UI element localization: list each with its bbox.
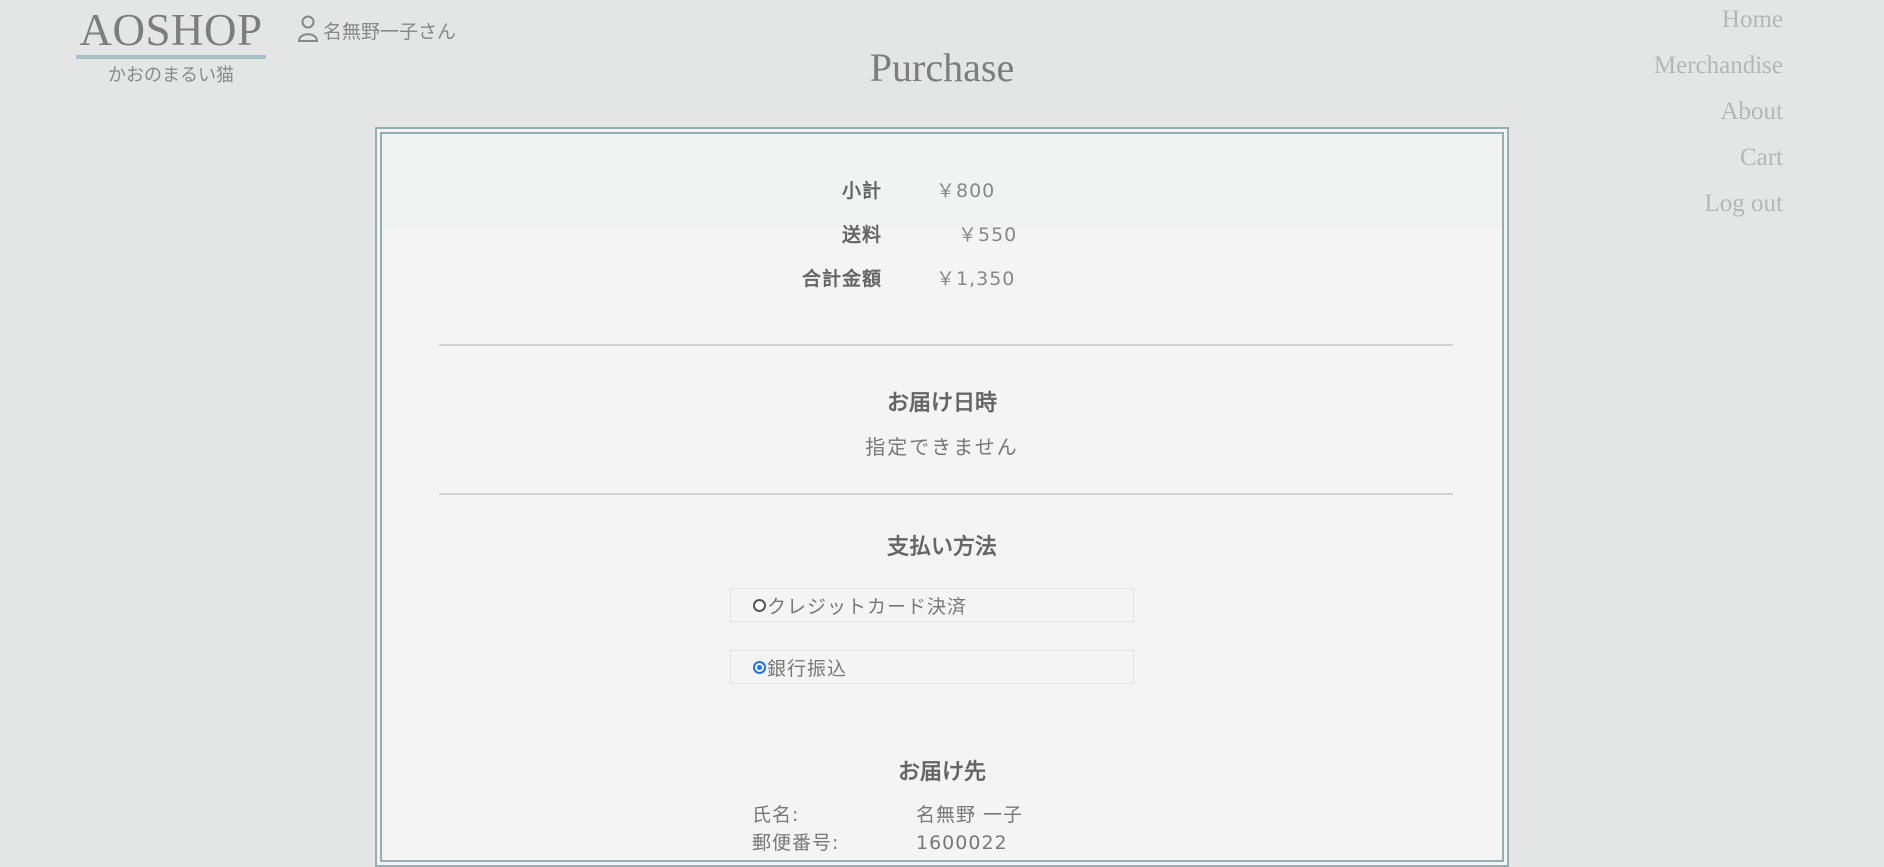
summary-value: ￥1,350 [936,268,1016,290]
divider [439,344,1453,346]
destination-key: 氏名: [752,804,800,826]
user-account[interactable]: 名無野一子さん [296,13,456,48]
user-icon [296,13,320,48]
price-summary: 小計 ￥800 送料 ￥550 合計金額 ￥1,350 [382,176,1502,308]
destination-value: 名無野 一子 [916,804,1024,826]
destination-row-postal: 郵便番号: 1600022 [752,828,1008,855]
payment-method-title: 支払い方法 [886,535,997,560]
page-title: Purchase [869,45,1015,90]
summary-value: ￥550 [958,224,1018,246]
payment-option-label: クレジットカード決済 [767,595,968,618]
user-name: 名無野一子さん [323,21,457,43]
summary-value: ￥800 [936,180,996,202]
radio-button[interactable] [753,598,766,612]
payment-option-credit-card[interactable]: クレジットカード決済 [730,588,1134,622]
summary-row-shipping: 送料 ￥550 [382,220,1502,264]
destination-row-name: 氏名: 名無野 一子 [752,800,1023,827]
payment-option-label: 銀行振込 [767,657,848,680]
delivery-date-title: お届け日時 [886,391,997,416]
summary-row-total: 合計金額 ￥1,350 [382,264,1502,308]
destination-value: 1600022 [916,832,1008,854]
nav-logout[interactable]: Log out [1654,188,1783,234]
destination-key: 郵便番号: [752,832,840,854]
nav-merchandise[interactable]: Merchandise [1654,50,1783,96]
summary-label: 送料 [841,224,882,246]
divider [439,493,1453,495]
purchase-panel: 小計 ￥800 送料 ￥550 合計金額 ￥1,350 お届け日時 指定できませ… [375,127,1509,867]
main-nav: Home Merchandise About Cart Log out [1654,4,1783,234]
purchase-panel-inner: 小計 ￥800 送料 ￥550 合計金額 ￥1,350 お届け日時 指定できませ… [380,132,1504,862]
summary-label: 小計 [841,180,882,202]
nav-cart[interactable]: Cart [1654,142,1783,188]
nav-about[interactable]: About [1654,96,1784,142]
summary-row-subtotal: 小計 ￥800 [382,176,1502,220]
radio-button-checked[interactable] [753,660,766,674]
summary-label: 合計金額 [801,268,882,290]
payment-option-bank-transfer[interactable]: 銀行振込 [730,650,1134,684]
delivery-date-text: 指定できません [865,435,1019,459]
destination-title: お届け先 [897,760,986,785]
nav-home[interactable]: Home [1654,4,1783,50]
